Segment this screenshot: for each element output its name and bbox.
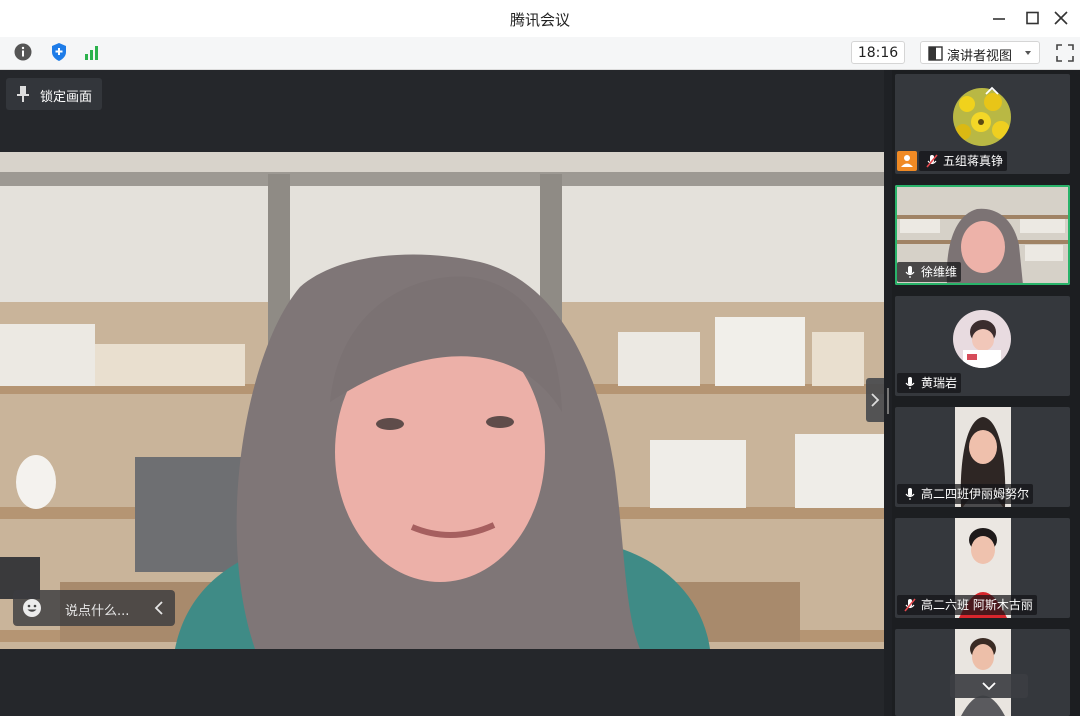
main-stage: 锁定画面 说点什么... [0,70,884,716]
info-icon [14,43,32,61]
window-title: 腾讯会议 [509,11,570,29]
participant-name: 五组蒋真铮 [943,154,1004,168]
chevron-left-icon[interactable] [153,600,165,616]
participant-tile[interactable]: 高二四班伊丽姆努尔 [895,407,1070,507]
participant-name: 高二六班 阿斯木古丽 [921,598,1033,612]
chevron-down-icon [1025,51,1031,55]
shield-icon [52,43,66,61]
security-button[interactable] [48,41,70,63]
participant-name-bar: 高二四班伊丽姆努尔 [897,484,1034,504]
signal-icon [85,46,98,60]
fullscreen-button[interactable] [1055,43,1075,63]
chevron-down-icon [982,682,996,691]
scroll-up-icon[interactable] [983,86,1001,96]
close-icon [1054,11,1068,25]
participant-name: 高二四班伊丽姆努尔 [921,487,1030,501]
network-status-button[interactable] [82,41,104,63]
participant-tile[interactable]: 黄瑞岩 [895,296,1070,396]
mic-muted-icon [926,154,938,168]
mic-icon [905,488,915,500]
maximize-button[interactable] [1022,9,1042,27]
meeting-window: 腾讯会议 18:16 演讲者视图 锁定画面 说点什么... 五组蒋真铮 徐维维 … [0,0,1080,716]
mic-icon [905,377,915,389]
maximize-icon [1026,11,1039,25]
participant-tile[interactable] [895,629,1070,716]
participant-tile[interactable]: 高二六班 阿斯木古丽 [895,518,1070,618]
sidebar-resize-handle[interactable] [884,70,892,716]
avatar [953,88,1011,146]
lock-view-button[interactable]: 锁定画面 [6,78,102,110]
meeting-clock: 18:16 [851,41,905,64]
chevron-right-icon [871,393,880,407]
title-bar: 腾讯会议 [0,0,1080,38]
participant-tile[interactable]: 徐维维 [895,185,1070,285]
chat-input[interactable]: 说点什么... [13,590,175,626]
screen-share-icon [901,155,913,167]
emoji-icon[interactable] [22,598,42,618]
participant-video [955,629,1011,716]
participant-name-bar: 高二六班 阿斯木古丽 [897,595,1037,615]
resize-grip [887,388,889,414]
lock-view-label: 锁定画面 [40,90,93,105]
chat-placeholder: 说点什么... [65,604,130,619]
screen-share-badge [897,151,917,171]
layout-icon [928,46,943,61]
speaker-video-feed [0,152,884,649]
view-mode-dropdown[interactable]: 演讲者视图 [920,41,1040,64]
speaker-video [0,152,884,649]
participant-name: 徐维维 [921,265,958,279]
participant-tile[interactable]: 五组蒋真铮 [895,74,1070,174]
participant-name-bar: 黄瑞岩 [897,373,962,393]
mic-icon [905,266,915,278]
close-button[interactable] [1051,9,1071,27]
minimize-button[interactable] [989,9,1009,27]
scroll-down-button[interactable] [950,674,1028,698]
participant-name-bar: 五组蒋真铮 [919,151,1008,171]
minimize-icon [993,18,1005,20]
view-mode-label: 演讲者视图 [947,49,1013,64]
pin-icon [17,86,29,102]
fullscreen-icon [1056,44,1074,62]
expand-sidebar-button[interactable] [866,378,884,422]
participant-sidebar: 五组蒋真铮 徐维维 黄瑞岩 高二四班伊丽姆努尔 高二六班 阿斯木古丽 [892,70,1080,716]
participant-name: 黄瑞岩 [921,376,958,390]
top-toolbar: 18:16 演讲者视图 [0,37,1080,70]
mic-muted-icon [904,598,916,612]
participant-name-bar: 徐维维 [897,262,962,282]
meeting-info-button[interactable] [12,41,34,63]
avatar [953,310,1011,368]
